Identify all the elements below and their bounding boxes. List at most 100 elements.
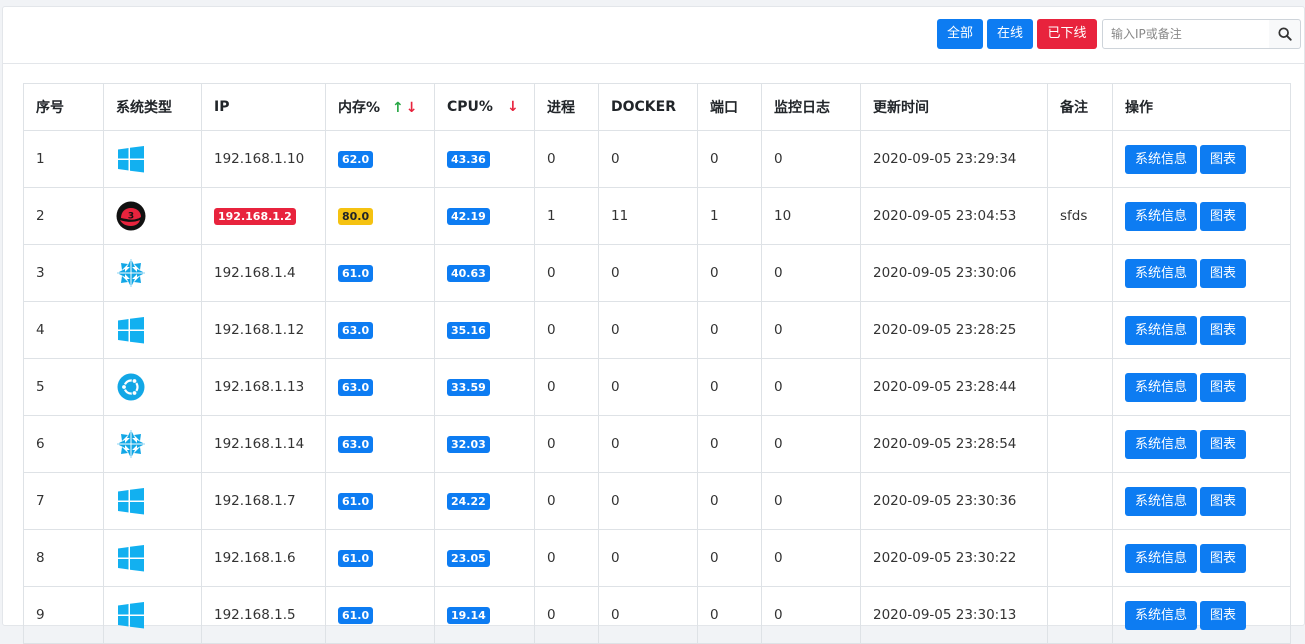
cpu-badge: 40.63 bbox=[447, 264, 490, 282]
search-input[interactable] bbox=[1102, 19, 1270, 49]
filter-online-button[interactable]: 在线 bbox=[987, 19, 1033, 49]
chart-button[interactable]: 图表 bbox=[1200, 315, 1246, 345]
port-cell: 0 bbox=[697, 130, 762, 188]
ip-cell: 192.168.1.5 bbox=[201, 586, 326, 644]
proc-cell: 0 bbox=[534, 472, 599, 530]
chart-button[interactable]: 图表 bbox=[1200, 600, 1246, 630]
search-icon bbox=[1277, 27, 1292, 41]
chart-button[interactable]: 图表 bbox=[1200, 144, 1246, 174]
os-type-cell bbox=[103, 529, 202, 587]
cpu-cell: 40.63 bbox=[434, 244, 535, 302]
proc-cell: 1 bbox=[534, 187, 599, 245]
mem-badge: 63.0 bbox=[338, 435, 374, 453]
filter-offline-button[interactable]: 已下线 bbox=[1037, 19, 1097, 49]
updated-cell: 2020-09-05 23:30:22 bbox=[860, 529, 1048, 587]
windows-icon bbox=[118, 317, 144, 344]
port-cell: 0 bbox=[697, 586, 762, 644]
table-row: 3 192.168.1.4 61.0 40.63 0 0 0 0 2020-09-05 23:3… bbox=[23, 244, 1291, 302]
row-index: 2 bbox=[23, 187, 104, 245]
updated-cell: 2020-09-05 23:29:34 bbox=[860, 130, 1048, 188]
port-cell: 0 bbox=[697, 472, 762, 530]
system-info-button[interactable]: 系统信息 bbox=[1125, 543, 1197, 573]
system-info-button[interactable]: 系统信息 bbox=[1125, 486, 1197, 516]
mem-badge: 80.0 bbox=[338, 207, 374, 225]
system-info-button[interactable]: 系统信息 bbox=[1125, 600, 1197, 630]
row-index: 4 bbox=[23, 301, 104, 359]
log-cell: 0 bbox=[761, 358, 861, 416]
table-row: 1 192.168.1.10 62.0 43.36 0 0 0 0 2020-09-05 23:… bbox=[23, 130, 1291, 188]
sort-desc-icon[interactable]: ↓ bbox=[507, 99, 519, 115]
mem-cell: 80.0 bbox=[325, 187, 435, 245]
system-info-button[interactable]: 系统信息 bbox=[1125, 144, 1197, 174]
system-info-button[interactable]: 系统信息 bbox=[1125, 429, 1197, 459]
col-header-log: 监控日志 bbox=[761, 83, 861, 131]
col-header-cpu[interactable]: CPU% ↓ bbox=[434, 83, 535, 131]
port-cell: 0 bbox=[697, 529, 762, 587]
chart-button[interactable]: 图表 bbox=[1200, 429, 1246, 459]
mem-cell: 63.0 bbox=[325, 415, 435, 473]
mem-badge: 61.0 bbox=[338, 606, 374, 624]
port-cell: 0 bbox=[697, 358, 762, 416]
mem-badge: 63.0 bbox=[338, 378, 374, 396]
ip-cell: 192.168.1.14 bbox=[201, 415, 326, 473]
os-type-cell bbox=[103, 472, 202, 530]
proc-cell: 0 bbox=[534, 301, 599, 359]
cpu-cell: 42.19 bbox=[434, 187, 535, 245]
cpu-cell: 24.22 bbox=[434, 472, 535, 530]
row-index: 3 bbox=[23, 244, 104, 302]
search-button[interactable] bbox=[1269, 19, 1301, 49]
proc-cell: 0 bbox=[534, 358, 599, 416]
sort-asc-icon[interactable]: ↑ bbox=[392, 100, 404, 116]
col-header-ip: IP bbox=[201, 83, 326, 131]
updated-cell: 2020-09-05 23:30:36 bbox=[860, 472, 1048, 530]
filter-all-button[interactable]: 全部 bbox=[937, 19, 983, 49]
action-cell: 系统信息 图表 bbox=[1112, 301, 1291, 359]
ip-cell: 192.168.1.7 bbox=[201, 472, 326, 530]
action-cell: 系统信息 图表 bbox=[1112, 415, 1291, 473]
mem-cell: 61.0 bbox=[325, 244, 435, 302]
sort-desc-icon[interactable]: ↓ bbox=[406, 100, 418, 116]
note-cell bbox=[1047, 301, 1113, 359]
action-cell: 系统信息 图表 bbox=[1112, 529, 1291, 587]
ubuntu-icon bbox=[117, 373, 145, 401]
docker-cell: 0 bbox=[598, 586, 698, 644]
system-info-button[interactable]: 系统信息 bbox=[1125, 201, 1197, 231]
docker-cell: 0 bbox=[598, 529, 698, 587]
chart-button[interactable]: 图表 bbox=[1200, 201, 1246, 231]
note-cell bbox=[1047, 130, 1113, 188]
system-info-button[interactable]: 系统信息 bbox=[1125, 315, 1197, 345]
server-table: 序号 系统类型 IP 内存% ↑ ↓ CPU% ↓ 进程 DOCKER 端口 监控日志… bbox=[23, 83, 1291, 644]
proc-cell: 0 bbox=[534, 244, 599, 302]
docker-cell: 0 bbox=[598, 244, 698, 302]
col-header-note: 备注 bbox=[1047, 83, 1113, 131]
redhat-icon: 3 bbox=[116, 201, 146, 231]
mem-cell: 63.0 bbox=[325, 358, 435, 416]
col-header-proc: 进程 bbox=[534, 83, 599, 131]
col-header-mem[interactable]: 内存% ↑ ↓ bbox=[325, 83, 435, 131]
system-info-button[interactable]: 系统信息 bbox=[1125, 258, 1197, 288]
ip-text: 192.168.1.4 bbox=[214, 265, 296, 281]
docker-cell: 0 bbox=[598, 358, 698, 416]
chart-button[interactable]: 图表 bbox=[1200, 486, 1246, 516]
os-type-cell: 3 bbox=[103, 187, 202, 245]
chart-button[interactable]: 图表 bbox=[1200, 543, 1246, 573]
action-cell: 系统信息 图表 bbox=[1112, 244, 1291, 302]
chart-button[interactable]: 图表 bbox=[1200, 372, 1246, 402]
cpu-badge: 24.22 bbox=[447, 492, 490, 510]
mem-badge: 61.0 bbox=[338, 492, 374, 510]
mem-badge: 61.0 bbox=[338, 264, 374, 282]
col-header-updated: 更新时间 bbox=[860, 83, 1048, 131]
table-row: 4 192.168.1.12 63.0 35.16 0 0 0 0 2020-09-05 23:… bbox=[23, 301, 1291, 359]
updated-cell: 2020-09-05 23:28:25 bbox=[860, 301, 1048, 359]
proc-cell: 0 bbox=[534, 529, 599, 587]
action-cell: 系统信息 图表 bbox=[1112, 358, 1291, 416]
chart-button[interactable]: 图表 bbox=[1200, 258, 1246, 288]
centos-icon bbox=[117, 430, 145, 458]
system-info-button[interactable]: 系统信息 bbox=[1125, 372, 1197, 402]
table-row: 5 192.168.1.13 63.0 33.59 0 0 0 0 2020-09-05 23:… bbox=[23, 358, 1291, 416]
note-cell bbox=[1047, 358, 1113, 416]
mem-badge: 61.0 bbox=[338, 549, 374, 567]
action-cell: 系统信息 图表 bbox=[1112, 586, 1291, 644]
action-cell: 系统信息 图表 bbox=[1112, 472, 1291, 530]
log-cell: 0 bbox=[761, 472, 861, 530]
